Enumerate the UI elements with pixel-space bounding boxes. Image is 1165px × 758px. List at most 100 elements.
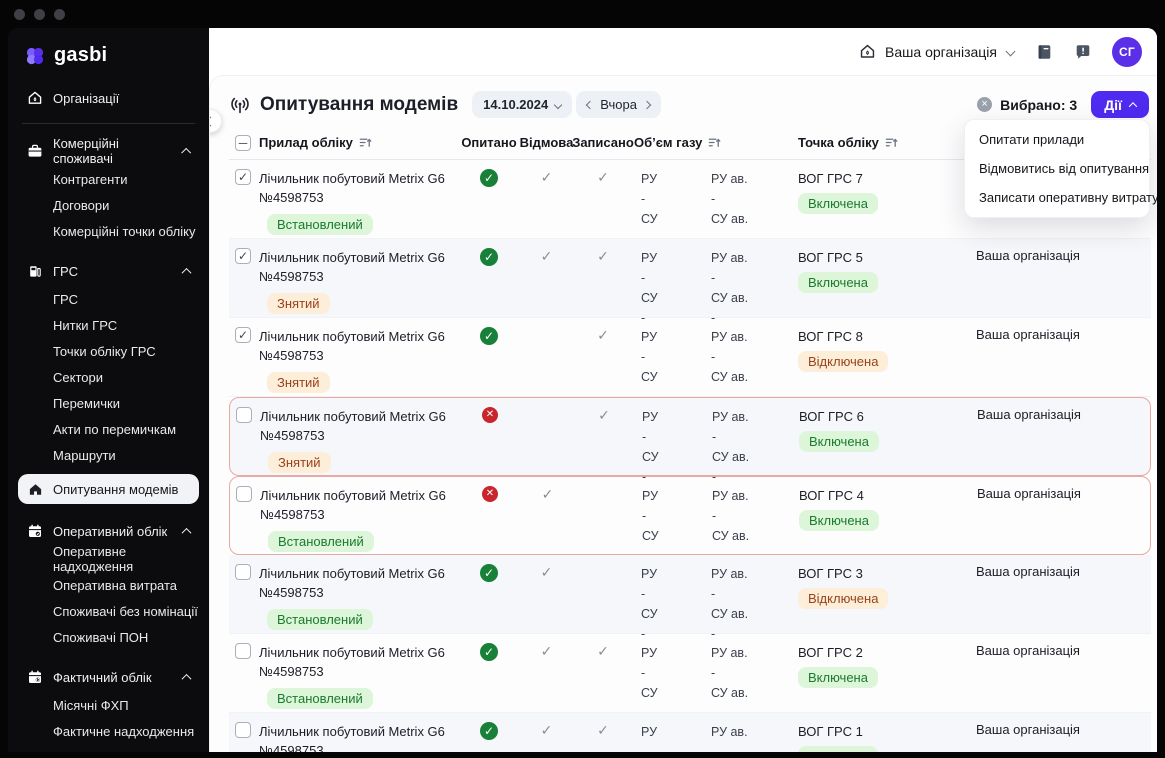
polled-cell: ✓: [459, 248, 519, 266]
point-status-badge: Відключена: [798, 588, 889, 609]
sidebar-group-header[interactable]: ГРС: [18, 256, 199, 286]
point-status-badge: Включена: [798, 746, 878, 752]
point-name: ВОГ ГРС 6: [799, 409, 864, 424]
prev-day-button[interactable]: [585, 100, 595, 109]
organization-selector[interactable]: Ваша організація: [858, 42, 1016, 61]
clear-selection-icon[interactable]: ×: [977, 97, 993, 112]
org-cell: Ваша організація: [976, 248, 1080, 263]
device-cell: Лічильник побутовий Metrix G6№4598753 Вст…: [259, 169, 445, 235]
row-checkbox[interactable]: [235, 564, 251, 580]
menu-item[interactable]: Опитати прилади: [965, 125, 1149, 154]
window-zoom-button[interactable]: [54, 8, 65, 20]
point-name: ВОГ ГРС 8: [798, 329, 863, 344]
sort-icon[interactable]: [885, 136, 898, 149]
table-row[interactable]: Лічильник побутовий Metrix G6№4598753Вст…: [229, 476, 1151, 563]
table-row[interactable]: ✓ Лічильник побутовий Metrix G6 №4598753 Зн…: [229, 318, 1151, 404]
device-name: Лічильник побутовий Metrix G6 №4598753: [260, 488, 446, 522]
sidebar-subitem-label: Контрагенти: [53, 171, 128, 187]
row-checkbox[interactable]: [235, 643, 251, 659]
sidebar-subitem[interactable]: Фактична витрата: [18, 744, 199, 753]
polled-success-icon: ✓: [480, 564, 498, 582]
journal-icon[interactable]: [1034, 42, 1053, 61]
chevron-down-icon: [553, 100, 563, 109]
volume-ru-cell: РУ-СУ-: [641, 646, 658, 720]
col-recorded[interactable]: Записано: [572, 135, 634, 150]
col-refused[interactable]: Відмова: [519, 135, 574, 150]
sidebar-subitem[interactable]: Споживачі ПОН: [18, 624, 199, 650]
col-volume[interactable]: Об’єм газу: [634, 135, 721, 150]
table-body: ✓ Лічильник побутовий Metrix G6 №4598753 Вс…: [229, 160, 1151, 752]
date-nav: Вчора: [576, 91, 661, 118]
sort-icon[interactable]: [708, 136, 721, 149]
sidebar-subitem[interactable]: Сектори: [18, 364, 199, 390]
row-checkbox[interactable]: ✓: [235, 169, 251, 185]
desktop-frame: gasbi Організації Комерційні споживачі Кон…: [0, 0, 1165, 758]
table-row[interactable]: Лічильник побутовий Metrix G6№4598753Вст…: [229, 555, 1151, 641]
actions-button[interactable]: Дії: [1091, 91, 1149, 118]
point-cell: ВОГ ГРС 7 Включена: [798, 169, 878, 214]
sidebar-subitem[interactable]: Точки обліку ГРС: [18, 338, 199, 364]
sidebar-subitem-label: Фактична витрата: [53, 750, 161, 753]
actions-button-label: Дії: [1104, 96, 1122, 113]
chat-alert-icon[interactable]: [1073, 42, 1092, 61]
sidebar-subitem[interactable]: Перемички: [18, 390, 199, 416]
device-name: Лічильник побутовий Metrix G6 №4598753: [259, 171, 445, 205]
row-checkbox[interactable]: ✓: [235, 327, 251, 343]
window-close-button[interactable]: [14, 8, 25, 20]
sidebar-subitem[interactable]: Акти по перемичкам: [18, 416, 199, 442]
user-avatar[interactable]: СГ: [1112, 36, 1142, 67]
sidebar-subitem[interactable]: Оперативна витрата: [18, 572, 199, 598]
sidebar-subitem[interactable]: Комерційні точки обліку: [18, 218, 199, 244]
sidebar-item-active[interactable]: Опитування модемів: [18, 474, 199, 504]
polled-cell: ✓: [459, 722, 519, 740]
device-cell: Лічильник побутовий Metrix G6 №4598753 Зня…: [259, 248, 445, 314]
col-point[interactable]: Точка обліку: [798, 135, 898, 150]
sidebar-subitem[interactable]: Нитки ГРС: [18, 312, 199, 338]
sidebar-subitem-label: Оперативна витрата: [53, 577, 178, 593]
sidebar-item-top[interactable]: Організації: [18, 83, 199, 113]
device-status-badge: Встановлений: [267, 688, 373, 709]
sort-icon[interactable]: [359, 136, 372, 149]
device-status-badge: Знятий: [268, 452, 331, 473]
table-row[interactable]: Лічильник побутовий Metrix G6 №4598753 Зня…: [229, 397, 1151, 484]
point-status-badge: Включена: [798, 667, 878, 688]
topbar: Ваша організація СГ: [209, 28, 1157, 75]
next-day-button[interactable]: [642, 100, 652, 109]
volume-ru-cell: РУ-СУ-: [642, 410, 659, 484]
sidebar-group-header[interactable]: Оперативний облік: [18, 516, 199, 546]
refused-cell: ✓: [540, 722, 553, 738]
table-row[interactable]: Лічильник побутовий Metrix G6№4598753 Вст…: [229, 634, 1151, 720]
window-minimize-button[interactable]: [34, 8, 45, 20]
row-checkbox[interactable]: [236, 486, 252, 502]
col-polled[interactable]: Опитано: [459, 135, 519, 150]
sidebar-divider: [22, 123, 195, 124]
sidebar-subitem[interactable]: Маршрути: [18, 442, 199, 468]
table-row[interactable]: Лічильник побутовий Metrix G6№4598753Вст…: [229, 713, 1151, 752]
sidebar-group-header[interactable]: Комерційні споживачі: [18, 136, 199, 166]
sidebar-group-header[interactable]: Фактичний облік: [18, 662, 199, 692]
menu-item[interactable]: Відмовитись від опитування: [965, 154, 1149, 183]
table-row[interactable]: ✓ Лічильник побутовий Metrix G6 №4598753 Зн…: [229, 239, 1151, 325]
row-checkbox[interactable]: [235, 722, 251, 738]
brand-logo[interactable]: gasbi: [8, 28, 209, 73]
sidebar-subitem[interactable]: Контрагенти: [18, 166, 199, 192]
row-checkbox[interactable]: [236, 407, 252, 423]
sidebar-subitem[interactable]: Споживачі без номінації: [18, 598, 199, 624]
recorded-cell: ✓: [598, 407, 610, 423]
select-all-checkbox[interactable]: ─: [235, 135, 251, 151]
menu-item[interactable]: Записати оперативну витрату: [965, 183, 1157, 212]
row-checkbox[interactable]: ✓: [235, 248, 251, 264]
sidebar-subitem[interactable]: Фактичне надходження: [18, 718, 199, 744]
volume-ru-av-cell: РУ ав.-СУ ав.-: [712, 489, 750, 563]
volume-ru-cell: РУ-СУ-: [642, 489, 659, 563]
device-name: Лічильник побутовий Metrix G6 №4598753: [259, 645, 445, 679]
sidebar-subitem[interactable]: Місячні ФХП: [18, 692, 199, 718]
sidebar: gasbi Організації Комерційні споживачі Кон…: [8, 28, 209, 752]
sidebar-subitem[interactable]: Оперативне надходження: [18, 544, 199, 574]
point-name: ВОГ ГРС 2: [798, 645, 863, 660]
sidebar-subitem[interactable]: Договори: [18, 192, 199, 218]
device-cell: Лічильник побутовий Metrix G6№4598753 Вст…: [259, 643, 445, 709]
date-picker[interactable]: 14.10.2024: [472, 91, 573, 118]
sidebar-subitem[interactable]: ГРС: [18, 286, 199, 312]
col-device[interactable]: Прилад обліку: [259, 135, 372, 150]
